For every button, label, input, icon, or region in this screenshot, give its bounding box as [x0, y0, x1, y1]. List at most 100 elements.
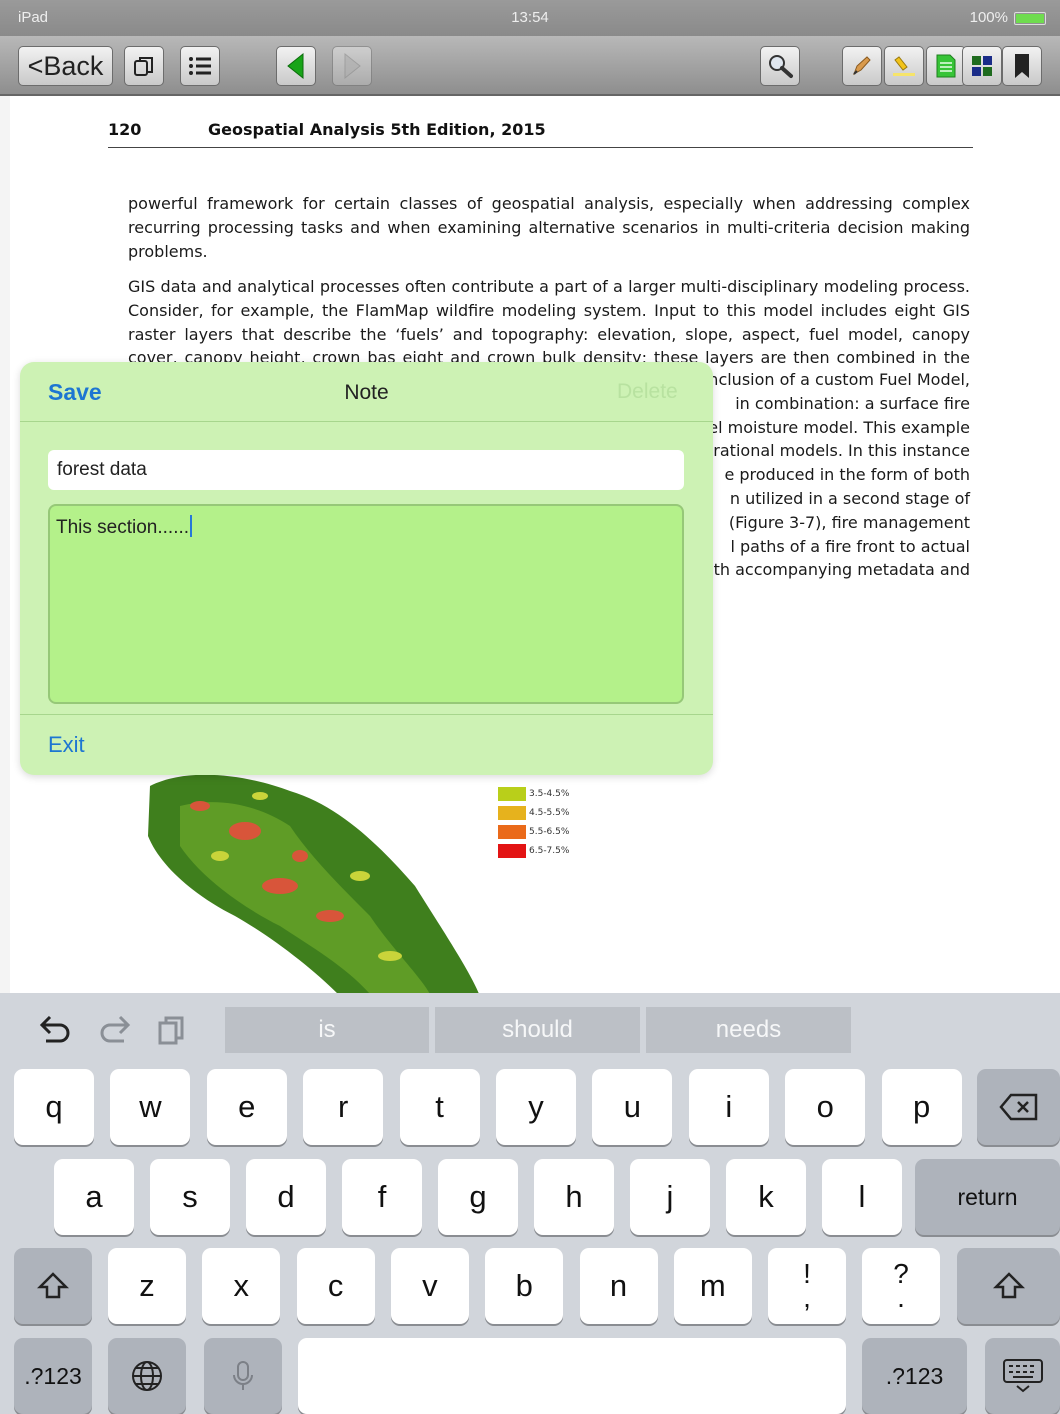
- legend-swatch: [498, 786, 526, 801]
- shift-key-left[interactable]: [14, 1248, 92, 1324]
- key-x[interactable]: x: [202, 1248, 281, 1324]
- key-f[interactable]: f: [342, 1159, 422, 1235]
- running-title: Geospatial Analysis 5th Edition, 2015: [208, 120, 546, 139]
- key-exclamation-comma[interactable]: ! ,: [768, 1248, 846, 1324]
- delete-key[interactable]: [977, 1069, 1060, 1145]
- delete-button[interactable]: Delete: [617, 380, 678, 404]
- note-dialog-header: Save Note Delete: [20, 362, 713, 422]
- key-i[interactable]: i: [688, 1069, 769, 1145]
- paragraph-line: l paths of a fire front to actual: [730, 536, 970, 556]
- paste-icon[interactable]: [152, 1013, 192, 1049]
- key-h[interactable]: h: [534, 1159, 614, 1235]
- clock: 13:54: [511, 9, 549, 26]
- key-j[interactable]: j: [630, 1159, 710, 1235]
- paragraph-line: (Figure 3-7), fire management: [728, 512, 970, 532]
- onscreen-keyboard: is should needs return .?123 .?123 qwert…: [0, 993, 1060, 1414]
- key-c[interactable]: c: [296, 1248, 375, 1324]
- key-g[interactable]: g: [438, 1159, 518, 1235]
- suggestion-needs[interactable]: needs: [646, 1007, 851, 1053]
- dictation-key[interactable]: [204, 1338, 282, 1414]
- paragraph: powerful framework for certain classes o…: [128, 194, 970, 261]
- legend-label: 5.5-6.5%: [529, 826, 570, 837]
- key-n[interactable]: n: [579, 1248, 658, 1324]
- ipad-screen: iPad 13:54 100% <Back 120 Geospatial Ana…: [0, 0, 1060, 1414]
- numbers-key-left[interactable]: .?123: [14, 1338, 92, 1414]
- status-bar: iPad 13:54 100%: [0, 0, 1060, 36]
- key-question-period[interactable]: ? .: [862, 1248, 940, 1324]
- highlighter-icon[interactable]: [884, 46, 924, 86]
- exit-button[interactable]: Exit: [48, 732, 85, 758]
- key-l[interactable]: l: [822, 1159, 902, 1235]
- note-body-text: This section......: [56, 517, 190, 538]
- paragraph-line: ith accompanying metadata and: [709, 560, 970, 580]
- key-u[interactable]: u: [592, 1069, 673, 1145]
- key-o[interactable]: o: [785, 1069, 866, 1145]
- legend-row: 3.5-4.5%: [498, 784, 569, 803]
- divider: [20, 714, 713, 715]
- key-v[interactable]: v: [390, 1248, 469, 1324]
- paragraph-line: n utilized in a second stage of: [729, 489, 970, 508]
- paragraph-line: in combination: a surface fire: [735, 393, 970, 413]
- battery-icon: [1014, 12, 1046, 25]
- note-title-field[interactable]: forest data: [48, 450, 684, 490]
- key-r[interactable]: r: [303, 1069, 384, 1145]
- key-p[interactable]: p: [881, 1069, 962, 1145]
- pen-icon[interactable]: [842, 46, 882, 86]
- note-icon[interactable]: [926, 46, 966, 86]
- paragraph-line: el moisture model. This example: [708, 417, 970, 437]
- key-d[interactable]: d: [246, 1159, 326, 1235]
- legend-row: 5.5-6.5%: [498, 822, 569, 841]
- key-k[interactable]: k: [726, 1159, 806, 1235]
- key-m[interactable]: m: [673, 1248, 752, 1324]
- list-icon[interactable]: [180, 46, 220, 86]
- legend-swatch: [498, 843, 526, 858]
- copy-icon[interactable]: [124, 46, 164, 86]
- page-number: 120: [108, 120, 142, 139]
- legend-swatch: [498, 824, 526, 839]
- next-page-icon[interactable]: [332, 46, 372, 86]
- space-key[interactable]: [298, 1338, 846, 1414]
- key-s[interactable]: s: [150, 1159, 230, 1235]
- shift-key-right[interactable]: [957, 1248, 1060, 1324]
- key-b[interactable]: b: [485, 1248, 564, 1324]
- key-z[interactable]: z: [108, 1248, 186, 1324]
- hide-keyboard-key[interactable]: [985, 1338, 1060, 1414]
- suggestion-is[interactable]: is: [225, 1007, 429, 1053]
- key-w[interactable]: w: [110, 1069, 191, 1145]
- redo-icon[interactable]: [96, 1013, 136, 1049]
- undo-icon[interactable]: [34, 1013, 74, 1049]
- key-e[interactable]: e: [206, 1069, 287, 1145]
- dialog-title: Note: [344, 381, 389, 404]
- globe-key[interactable]: [108, 1338, 186, 1414]
- keyboard-dismiss-icon: [1002, 1359, 1043, 1393]
- legend-row: 6.5-7.5%: [498, 841, 569, 860]
- page-header: 120 Geospatial Analysis 5th Edition, 201…: [108, 118, 973, 148]
- paragraph-line: rational models. In this instance: [713, 441, 970, 461]
- battery-percent: 100%: [969, 9, 1008, 26]
- key-q[interactable]: q: [14, 1069, 94, 1145]
- shift-icon: [992, 1272, 1025, 1299]
- note-body-textarea[interactable]: This section......: [48, 504, 684, 704]
- numbers-key-right[interactable]: .?123: [862, 1338, 967, 1414]
- legend-label: 4.5-5.5%: [529, 807, 570, 818]
- key-y[interactable]: y: [496, 1069, 576, 1145]
- bookmark-icon[interactable]: [1002, 46, 1042, 86]
- prev-page-icon[interactable]: [276, 46, 316, 86]
- key-t[interactable]: t: [399, 1069, 480, 1145]
- key-a[interactable]: a: [54, 1159, 134, 1235]
- legend-label: 3.5-4.5%: [529, 788, 570, 799]
- legend-label: 6.5-7.5%: [529, 845, 570, 856]
- note-dialog: Save Note Delete forest data This sectio…: [20, 362, 713, 775]
- legend-swatch: [498, 805, 526, 820]
- grid-icon[interactable]: [962, 46, 1002, 86]
- map-legend: 3.5-4.5% 4.5-5.5% 5.5-6.5% 6.5-7.5%: [498, 784, 569, 860]
- back-button[interactable]: <Back: [18, 46, 113, 86]
- suggestion-should[interactable]: should: [435, 1007, 640, 1053]
- return-key[interactable]: return: [915, 1159, 1060, 1235]
- globe-icon: [132, 1361, 162, 1391]
- text-caret: [190, 515, 193, 537]
- backspace-icon: [998, 1093, 1037, 1121]
- search-icon[interactable]: [760, 46, 800, 86]
- microphone-icon: [233, 1361, 253, 1390]
- paragraph-line: e produced in the form of both: [724, 465, 970, 485]
